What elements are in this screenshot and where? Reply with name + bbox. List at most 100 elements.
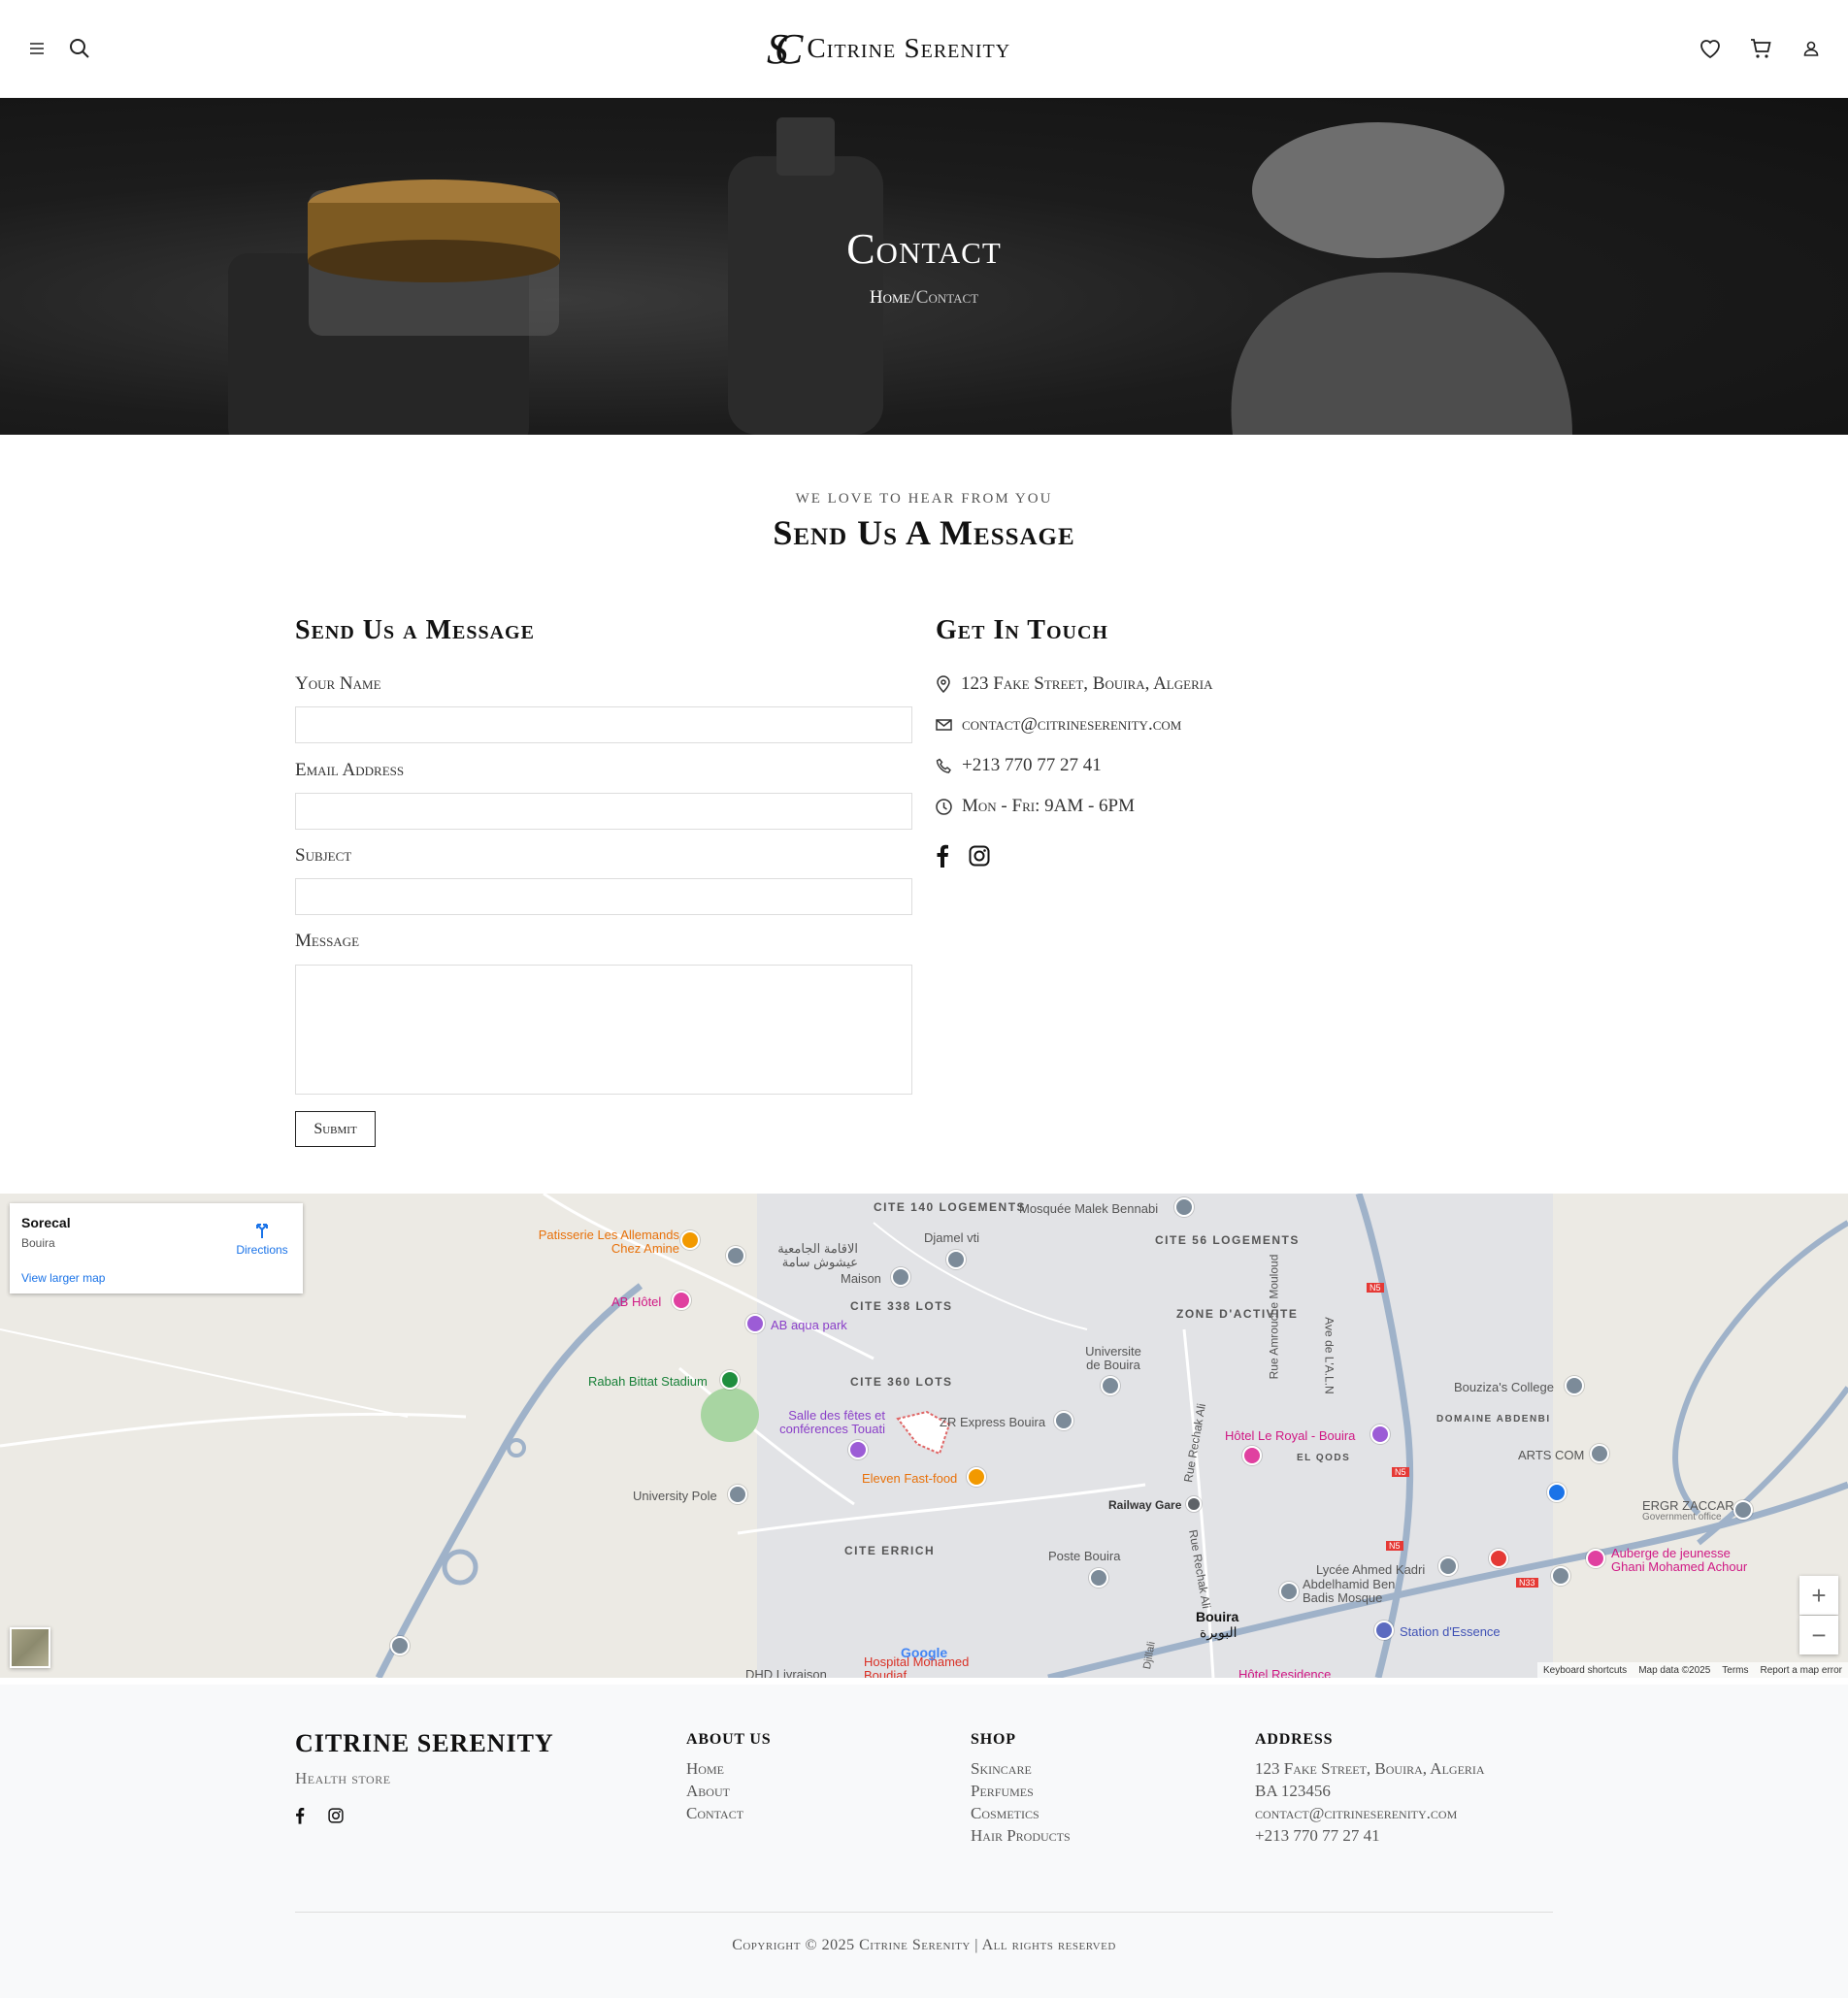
place-pin-icon[interactable] xyxy=(1551,1566,1570,1586)
gas-station-pin-icon[interactable] xyxy=(1374,1621,1394,1640)
school-pin-icon[interactable] xyxy=(1438,1556,1458,1576)
train-station-pin-icon[interactable] xyxy=(1186,1496,1202,1512)
map-area-label: EL QODS xyxy=(1297,1453,1351,1463)
zoom-out-button[interactable]: − xyxy=(1799,1616,1838,1654)
satellite-toggle[interactable] xyxy=(10,1627,50,1668)
courier-pin-icon[interactable] xyxy=(1054,1411,1073,1430)
map-poi-label[interactable]: ZR Express Bouira xyxy=(940,1415,1045,1429)
mosque-pin-icon[interactable] xyxy=(1279,1582,1299,1601)
map-poi-label[interactable]: Government office xyxy=(1642,1512,1722,1523)
breadcrumb-home-link[interactable]: Home xyxy=(870,287,911,308)
footer-link-about[interactable]: About xyxy=(686,1782,743,1801)
name-input[interactable] xyxy=(295,706,912,743)
footer-about-title: ABOUT US xyxy=(686,1731,772,1748)
restaurant-pin-icon[interactable] xyxy=(967,1467,986,1487)
map-poi-label[interactable]: AB Hôtel xyxy=(611,1294,661,1309)
event-venue-pin-icon[interactable] xyxy=(848,1440,868,1459)
highway-shield: N5 xyxy=(1386,1541,1403,1551)
shopping-pin-icon[interactable] xyxy=(1547,1483,1567,1502)
user-icon[interactable] xyxy=(1798,35,1825,62)
map-poi-label[interactable]: University Pole xyxy=(633,1489,717,1503)
facebook-icon[interactable] xyxy=(936,844,949,868)
footer-email[interactable]: contact@citrineserenity.com xyxy=(1255,1804,1485,1823)
footer-link-skincare[interactable]: Skincare xyxy=(971,1759,1071,1779)
footer-link-cosmetics[interactable]: Cosmetics xyxy=(971,1804,1071,1823)
facebook-icon[interactable] xyxy=(295,1807,305,1824)
submit-button[interactable]: Submit xyxy=(295,1111,376,1147)
brand-logo[interactable]: SC Citrine Serenity xyxy=(767,21,1010,76)
post-office-pin-icon[interactable] xyxy=(1089,1568,1108,1588)
map-poi-label[interactable]: DHD Livraison xyxy=(745,1667,827,1678)
place-pin-icon[interactable] xyxy=(891,1267,910,1287)
map-attribution: Keyboard shortcuts Map data ©2025 Terms … xyxy=(1537,1662,1848,1678)
hotel-pin-icon[interactable] xyxy=(1586,1549,1605,1568)
location-map[interactable]: Sorecal Bouira View larger map Direction… xyxy=(0,1194,1848,1678)
place-pin-icon[interactable] xyxy=(726,1246,745,1265)
map-poi-label[interactable]: Lycée Ahmed Kadri xyxy=(1316,1562,1425,1577)
amusement-pin-icon[interactable] xyxy=(745,1314,765,1333)
contact-email-text[interactable]: contact@citrineserenity.com xyxy=(962,714,1181,736)
map-poi-label[interactable]: Railway Gare xyxy=(1108,1498,1181,1512)
view-larger-map-link[interactable]: View larger map xyxy=(21,1271,105,1285)
terms-link[interactable]: Terms xyxy=(1722,1665,1748,1676)
mosque-pin-icon[interactable] xyxy=(1174,1197,1194,1217)
footer-divider xyxy=(295,1912,1553,1913)
map-poi-label[interactable]: Poste Bouira xyxy=(1048,1549,1120,1563)
map-poi-label[interactable]: Hôtel Residence xyxy=(1238,1667,1331,1678)
map-poi-label[interactable]: Salle des fêtes et conférences Touati xyxy=(763,1409,885,1436)
map-poi-label[interactable]: Mosquée Malek Bennabi xyxy=(1019,1201,1158,1216)
map-poi-label[interactable]: Eleven Fast-food xyxy=(862,1471,957,1486)
place-pin-icon[interactable] xyxy=(390,1636,410,1655)
stadium-pin-icon[interactable] xyxy=(720,1370,740,1390)
school-pin-icon[interactable] xyxy=(1565,1376,1584,1395)
map-poi-label[interactable]: ERGR ZACCAR xyxy=(1642,1498,1734,1513)
search-icon[interactable] xyxy=(66,35,93,62)
name-label: Your Name xyxy=(295,673,381,694)
place-pin-icon[interactable] xyxy=(946,1250,966,1269)
email-input[interactable] xyxy=(295,793,912,830)
heart-icon[interactable] xyxy=(1697,35,1724,62)
hotel-pin-icon[interactable] xyxy=(1370,1425,1390,1444)
map-poi-label[interactable]: Bouziza's College xyxy=(1454,1380,1554,1394)
zoom-in-button[interactable]: + xyxy=(1799,1576,1838,1615)
highway-shield: N5 xyxy=(1392,1467,1409,1477)
hotel-pin-icon[interactable] xyxy=(1242,1446,1262,1465)
map-poi-label[interactable]: Hôtel Le Royal - Bouira xyxy=(1225,1428,1355,1443)
footer-brand: CITRINE SERENITY xyxy=(295,1729,554,1757)
map-poi-label[interactable]: Universite de Bouira xyxy=(1081,1345,1145,1372)
map-poi-label[interactable]: الاقامة الجامعية عيشوش سامة xyxy=(751,1242,858,1269)
report-map-error-link[interactable]: Report a map error xyxy=(1761,1665,1842,1676)
hospital-pin-icon[interactable] xyxy=(1489,1549,1508,1568)
map-poi-label[interactable]: Patisserie Les Allemands Chez Amine xyxy=(524,1228,679,1256)
footer-link-hair-products[interactable]: Hair Products xyxy=(971,1826,1071,1846)
map-poi-label[interactable]: Djamel vti xyxy=(924,1230,979,1245)
footer-phone[interactable]: +213 770 77 27 41 xyxy=(1255,1826,1485,1846)
map-poi-label[interactable]: Maison xyxy=(841,1271,881,1286)
message-textarea[interactable] xyxy=(295,965,912,1095)
menu-icon[interactable] xyxy=(23,35,50,62)
page-title: Contact xyxy=(846,225,1002,273)
restaurant-pin-icon[interactable] xyxy=(680,1230,700,1250)
keyboard-shortcuts-link[interactable]: Keyboard shortcuts xyxy=(1543,1665,1627,1676)
cart-icon[interactable] xyxy=(1747,35,1774,62)
government-pin-icon[interactable] xyxy=(1733,1500,1753,1520)
map-poi-label[interactable]: Station d'Essence xyxy=(1400,1624,1501,1639)
footer-link-perfumes[interactable]: Perfumes xyxy=(971,1782,1071,1801)
map-poi-label[interactable]: AB aqua park xyxy=(771,1318,847,1332)
instagram-icon[interactable] xyxy=(969,845,990,867)
university-pin-icon[interactable] xyxy=(1101,1376,1120,1395)
footer-link-home[interactable]: Home xyxy=(686,1759,743,1779)
map-poi-label[interactable]: Abdelhamid Ben Badis Mosque xyxy=(1303,1578,1405,1605)
map-poi-label[interactable]: Rabah Bittat Stadium xyxy=(588,1374,708,1389)
instagram-icon[interactable] xyxy=(328,1808,344,1823)
subject-input[interactable] xyxy=(295,878,912,915)
contact-social-links xyxy=(936,844,990,868)
directions-button[interactable]: Directions xyxy=(231,1219,293,1257)
contact-phone-text[interactable]: +213 770 77 27 41 xyxy=(962,755,1102,776)
hotel-pin-icon[interactable] xyxy=(672,1291,691,1310)
place-pin-icon[interactable] xyxy=(1590,1444,1609,1463)
university-pin-icon[interactable] xyxy=(728,1485,747,1504)
map-poi-label[interactable]: Auberge de jeunesse Ghani Mohamed Achour xyxy=(1611,1547,1766,1574)
map-poi-label[interactable]: ARTS COM xyxy=(1518,1448,1584,1462)
footer-link-contact[interactable]: Contact xyxy=(686,1804,743,1823)
